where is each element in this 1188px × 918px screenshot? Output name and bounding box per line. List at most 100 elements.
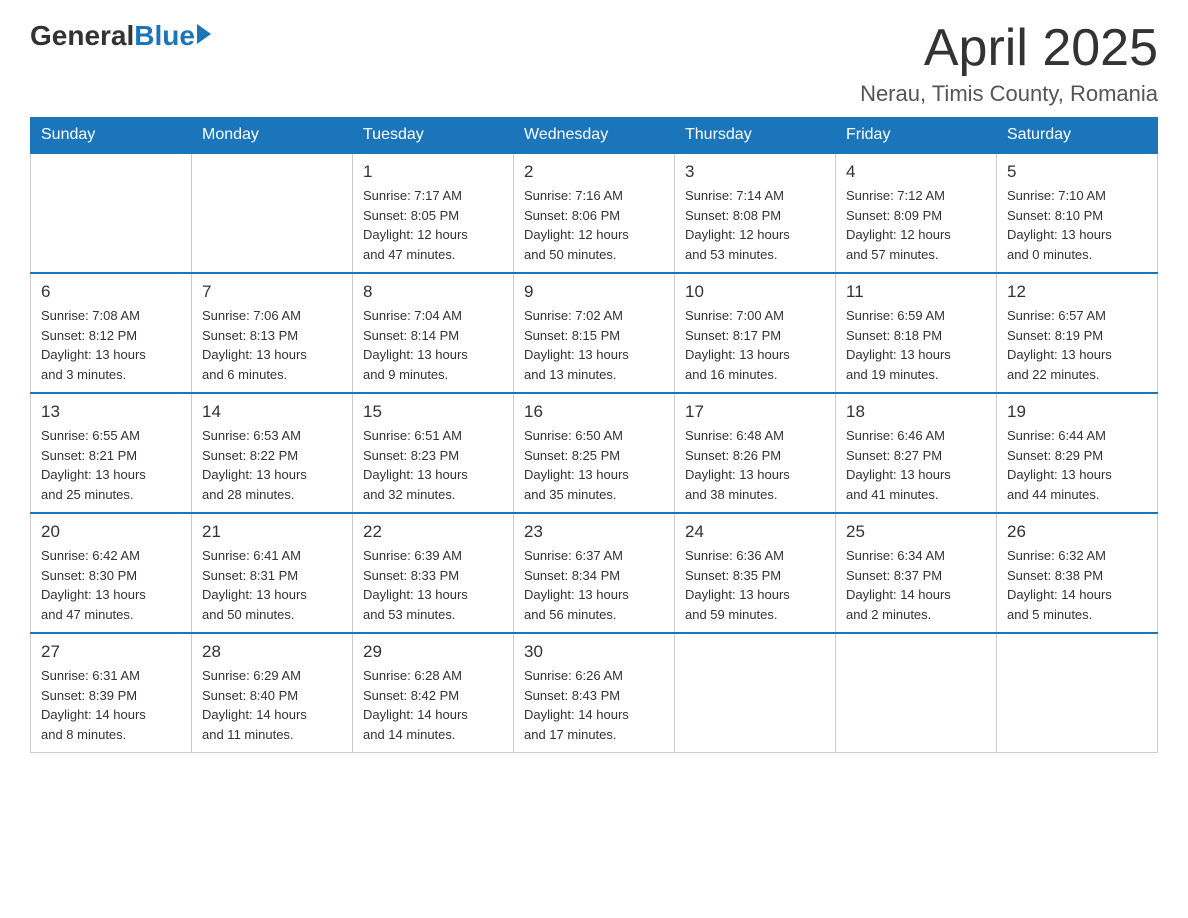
day-number: 26 <box>1007 522 1147 542</box>
day-info: Sunrise: 7:04 AMSunset: 8:14 PMDaylight:… <box>363 306 503 384</box>
calendar-cell: 24 Sunrise: 6:36 AMSunset: 8:35 PMDayligh… <box>675 513 836 633</box>
day-info: Sunrise: 6:32 AMSunset: 8:38 PMDaylight:… <box>1007 546 1147 624</box>
calendar-header-row: SundayMondayTuesdayWednesdayThursdayFrid… <box>31 118 1158 154</box>
day-info: Sunrise: 7:02 AMSunset: 8:15 PMDaylight:… <box>524 306 664 384</box>
calendar-header-thursday: Thursday <box>675 118 836 154</box>
calendar-cell <box>836 633 997 753</box>
day-info: Sunrise: 6:37 AMSunset: 8:34 PMDaylight:… <box>524 546 664 624</box>
calendar-week-5: 27Sunrise: 6:31 AMSunset: 8:39 PMDayligh… <box>31 633 1158 753</box>
calendar-cell: 13 Sunrise: 6:55 AMSunset: 8:21 PMDayligh… <box>31 393 192 513</box>
day-info: Sunrise: 6:29 AMSunset: 8:40 PMDaylight:… <box>202 666 342 744</box>
day-info: Sunrise: 7:14 AMSunset: 8:08 PMDaylight:… <box>685 186 825 264</box>
calendar-table: SundayMondayTuesdayWednesdayThursdayFrid… <box>30 117 1158 753</box>
calendar-cell: 22 Sunrise: 6:39 AMSunset: 8:33 PMDayligh… <box>353 513 514 633</box>
day-info: Sunrise: 6:51 AMSunset: 8:23 PMDaylight:… <box>363 426 503 504</box>
day-info: Sunrise: 6:36 AMSunset: 8:35 PMDaylight:… <box>685 546 825 624</box>
day-number: 21 <box>202 522 342 542</box>
day-number: 3 <box>685 162 825 182</box>
day-number: 13 <box>41 402 181 422</box>
day-number: 27 <box>41 642 181 662</box>
calendar-header-sunday: Sunday <box>31 118 192 154</box>
day-number: 28 <box>202 642 342 662</box>
day-number: 1 <box>363 162 503 182</box>
calendar-cell: 18 Sunrise: 6:46 AMSunset: 8:27 PMDayligh… <box>836 393 997 513</box>
calendar-header-saturday: Saturday <box>997 118 1158 154</box>
day-info: Sunrise: 6:41 AMSunset: 8:31 PMDaylight:… <box>202 546 342 624</box>
day-info: Sunrise: 7:00 AMSunset: 8:17 PMDaylight:… <box>685 306 825 384</box>
day-number: 14 <box>202 402 342 422</box>
calendar-header-wednesday: Wednesday <box>514 118 675 154</box>
location-title: Nerau, Timis County, Romania <box>860 81 1158 107</box>
day-number: 30 <box>524 642 664 662</box>
calendar-header-friday: Friday <box>836 118 997 154</box>
logo-triangle-icon <box>197 24 211 44</box>
day-info: Sunrise: 6:46 AMSunset: 8:27 PMDaylight:… <box>846 426 986 504</box>
calendar-cell: 14Sunrise: 6:53 AMSunset: 8:22 PMDayligh… <box>192 393 353 513</box>
day-number: 20 <box>41 522 181 542</box>
day-number: 22 <box>363 522 503 542</box>
day-number: 19 <box>1007 402 1147 422</box>
calendar-cell: 2 Sunrise: 7:16 AMSunset: 8:06 PMDaylight… <box>514 153 675 273</box>
calendar-week-4: 20 Sunrise: 6:42 AMSunset: 8:30 PMDayligh… <box>31 513 1158 633</box>
day-number: 12 <box>1007 282 1147 302</box>
calendar-cell: 15 Sunrise: 6:51 AMSunset: 8:23 PMDayligh… <box>353 393 514 513</box>
calendar-header-monday: Monday <box>192 118 353 154</box>
day-info: Sunrise: 6:34 AMSunset: 8:37 PMDaylight:… <box>846 546 986 624</box>
calendar-cell: 5 Sunrise: 7:10 AMSunset: 8:10 PMDaylight… <box>997 153 1158 273</box>
day-number: 9 <box>524 282 664 302</box>
calendar-cell: 3 Sunrise: 7:14 AMSunset: 8:08 PMDaylight… <box>675 153 836 273</box>
calendar-cell <box>675 633 836 753</box>
day-number: 24 <box>685 522 825 542</box>
day-number: 5 <box>1007 162 1147 182</box>
calendar-cell: 28 Sunrise: 6:29 AMSunset: 8:40 PMDayligh… <box>192 633 353 753</box>
calendar-cell: 30 Sunrise: 6:26 AMSunset: 8:43 PMDayligh… <box>514 633 675 753</box>
calendar-header-tuesday: Tuesday <box>353 118 514 154</box>
day-info: Sunrise: 7:10 AMSunset: 8:10 PMDaylight:… <box>1007 186 1147 264</box>
day-number: 16 <box>524 402 664 422</box>
calendar-cell: 4Sunrise: 7:12 AMSunset: 8:09 PMDaylight… <box>836 153 997 273</box>
calendar-cell: 21 Sunrise: 6:41 AMSunset: 8:31 PMDayligh… <box>192 513 353 633</box>
calendar-cell: 26 Sunrise: 6:32 AMSunset: 8:38 PMDayligh… <box>997 513 1158 633</box>
day-info: Sunrise: 6:48 AMSunset: 8:26 PMDaylight:… <box>685 426 825 504</box>
month-title: April 2025 <box>860 20 1158 77</box>
logo-blue-text: Blue <box>134 20 195 52</box>
calendar-cell: 20 Sunrise: 6:42 AMSunset: 8:30 PMDayligh… <box>31 513 192 633</box>
day-number: 4 <box>846 162 986 182</box>
day-info: Sunrise: 6:55 AMSunset: 8:21 PMDaylight:… <box>41 426 181 504</box>
calendar-cell: 16 Sunrise: 6:50 AMSunset: 8:25 PMDayligh… <box>514 393 675 513</box>
page-header: General Blue April 2025 Nerau, Timis Cou… <box>30 20 1158 107</box>
day-info: Sunrise: 7:06 AMSunset: 8:13 PMDaylight:… <box>202 306 342 384</box>
calendar-cell: 23 Sunrise: 6:37 AMSunset: 8:34 PMDayligh… <box>514 513 675 633</box>
calendar-week-1: 1 Sunrise: 7:17 AMSunset: 8:05 PMDaylight… <box>31 153 1158 273</box>
calendar-week-2: 6Sunrise: 7:08 AMSunset: 8:12 PMDaylight… <box>31 273 1158 393</box>
calendar-cell: 25Sunrise: 6:34 AMSunset: 8:37 PMDayligh… <box>836 513 997 633</box>
day-number: 2 <box>524 162 664 182</box>
day-info: Sunrise: 7:08 AMSunset: 8:12 PMDaylight:… <box>41 306 181 384</box>
calendar-cell: 11 Sunrise: 6:59 AMSunset: 8:18 PMDayligh… <box>836 273 997 393</box>
day-info: Sunrise: 6:26 AMSunset: 8:43 PMDaylight:… <box>524 666 664 744</box>
calendar-cell <box>31 153 192 273</box>
logo-general-text: General <box>30 20 134 52</box>
day-info: Sunrise: 6:42 AMSunset: 8:30 PMDaylight:… <box>41 546 181 624</box>
calendar-cell: 9 Sunrise: 7:02 AMSunset: 8:15 PMDaylight… <box>514 273 675 393</box>
day-info: Sunrise: 6:59 AMSunset: 8:18 PMDaylight:… <box>846 306 986 384</box>
day-number: 11 <box>846 282 986 302</box>
calendar-cell: 10Sunrise: 7:00 AMSunset: 8:17 PMDayligh… <box>675 273 836 393</box>
day-number: 7 <box>202 282 342 302</box>
calendar-cell: 29 Sunrise: 6:28 AMSunset: 8:42 PMDayligh… <box>353 633 514 753</box>
day-info: Sunrise: 6:39 AMSunset: 8:33 PMDaylight:… <box>363 546 503 624</box>
calendar-cell: 6Sunrise: 7:08 AMSunset: 8:12 PMDaylight… <box>31 273 192 393</box>
day-number: 23 <box>524 522 664 542</box>
day-info: Sunrise: 7:17 AMSunset: 8:05 PMDaylight:… <box>363 186 503 264</box>
day-number: 17 <box>685 402 825 422</box>
calendar-cell: 17 Sunrise: 6:48 AMSunset: 8:26 PMDayligh… <box>675 393 836 513</box>
day-info: Sunrise: 6:28 AMSunset: 8:42 PMDaylight:… <box>363 666 503 744</box>
logo: General Blue <box>30 20 211 52</box>
calendar-cell: 7 Sunrise: 7:06 AMSunset: 8:13 PMDaylight… <box>192 273 353 393</box>
day-info: Sunrise: 6:50 AMSunset: 8:25 PMDaylight:… <box>524 426 664 504</box>
day-number: 18 <box>846 402 986 422</box>
day-info: Sunrise: 7:16 AMSunset: 8:06 PMDaylight:… <box>524 186 664 264</box>
day-number: 15 <box>363 402 503 422</box>
day-number: 29 <box>363 642 503 662</box>
day-info: Sunrise: 6:57 AMSunset: 8:19 PMDaylight:… <box>1007 306 1147 384</box>
